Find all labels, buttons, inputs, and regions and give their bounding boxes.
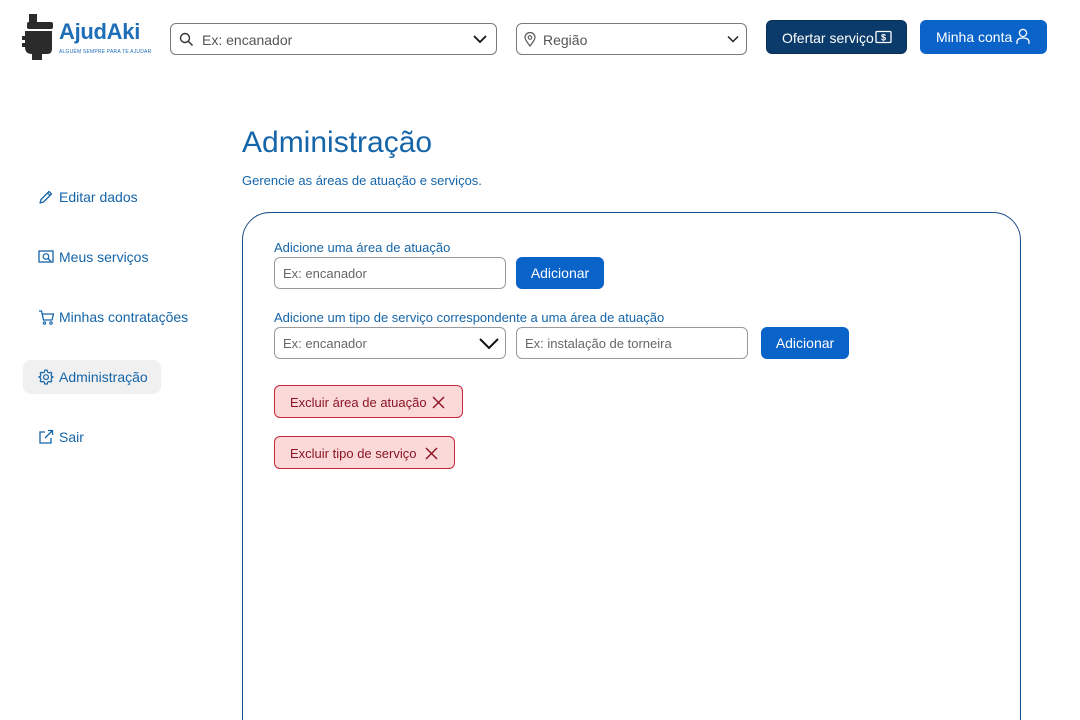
search-input[interactable]: Ex: encanador	[170, 23, 497, 55]
sidebar-item-administration[interactable]: Administração	[23, 360, 161, 394]
sidebar-item-my-services[interactable]: Meus serviços	[23, 240, 161, 274]
page-title: Administração	[242, 126, 433, 159]
user-icon	[1016, 28, 1030, 44]
service-type-input[interactable]: Ex: instalação de torneira	[516, 327, 748, 359]
app-logo[interactable]: AjudAki ALGUÉM SEMPRE PARA TE AJUDAR	[22, 13, 154, 61]
brand-name: AjudAki	[59, 19, 141, 44]
page-subtitle: Gerencie as áreas de atuação e serviços.	[242, 173, 482, 188]
external-link-icon	[39, 429, 54, 444]
add-service-button[interactable]: Adicionar	[761, 327, 849, 359]
area-select[interactable]: Ex: encanador	[274, 327, 506, 359]
search-icon	[179, 32, 194, 47]
offer-service-button[interactable]: Ofertar serviço $	[766, 20, 907, 54]
location-pin-icon	[524, 32, 536, 47]
add-area-label: Adicionar	[530, 265, 590, 281]
gear-icon	[38, 369, 54, 385]
chevron-down-icon[interactable]	[479, 337, 499, 350]
area-select-placeholder: Ex: encanador	[283, 336, 367, 351]
close-icon	[432, 396, 445, 409]
service-field-label: Adicione um tipo de serviço corresponden…	[274, 310, 665, 325]
sidebar-item-label: Administração	[59, 369, 148, 385]
brand-tagline: ALGUÉM SEMPRE PARA TE AJUDAR	[59, 49, 152, 55]
add-area-button[interactable]: Adicionar	[516, 257, 604, 289]
my-account-label: Minha conta	[936, 29, 1013, 45]
logo-hand-icon	[22, 14, 53, 60]
delete-area-button[interactable]: Excluir área de atuação	[274, 385, 463, 418]
area-name-input[interactable]: Ex: encanador	[274, 257, 506, 289]
sidebar-item-label: Sair	[59, 429, 84, 445]
add-service-label: Adicionar	[775, 335, 835, 351]
region-placeholder: Região	[543, 32, 588, 48]
cart-icon	[39, 310, 55, 325]
delete-service-button[interactable]: Excluir tipo de serviço	[274, 436, 455, 469]
region-select[interactable]: Região	[516, 23, 747, 55]
area-name-placeholder: Ex: encanador	[283, 266, 367, 281]
offer-service-label: Ofertar serviço	[782, 30, 874, 46]
search-placeholder: Ex: encanador	[202, 32, 293, 48]
sidebar-item-logout[interactable]: Sair	[23, 420, 161, 454]
pencil-icon	[39, 190, 53, 204]
service-type-placeholder: Ex: instalação de torneira	[525, 336, 672, 351]
sidebar-item-label: Meus serviços	[59, 249, 149, 265]
my-account-button[interactable]: Minha conta	[920, 20, 1047, 54]
delete-service-label: Excluir tipo de serviço	[290, 446, 417, 461]
sidebar-item-label: Minhas contratações	[59, 309, 189, 325]
sidebar-item-my-hirings[interactable]: Minhas contratações	[23, 300, 188, 334]
area-field-label: Adicione uma área de atuação	[274, 240, 451, 255]
money-icon: $	[875, 30, 892, 44]
services-icon	[38, 250, 54, 263]
delete-area-label: Excluir área de atuação	[290, 395, 427, 410]
svg-text:$: $	[881, 33, 886, 43]
chevron-down-icon[interactable]	[473, 34, 487, 44]
sidebar-item-edit-data[interactable]: Editar dados	[23, 180, 161, 214]
close-icon	[425, 447, 438, 460]
chevron-down-icon[interactable]	[727, 35, 739, 43]
sidebar-item-label: Editar dados	[59, 189, 138, 205]
